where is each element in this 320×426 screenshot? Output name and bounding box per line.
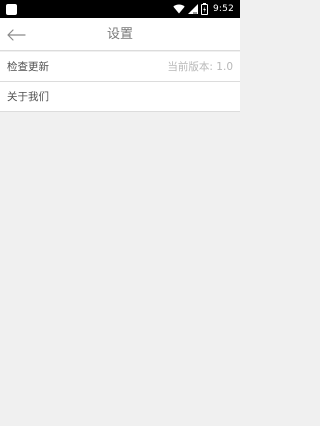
back-button[interactable]	[0, 18, 32, 51]
status-time: 9:52	[212, 4, 234, 14]
about-us-label: 关于我们	[7, 91, 49, 103]
status-left	[6, 3, 17, 15]
notification-icon	[6, 3, 17, 15]
current-version-value: 当前版本: 1.0	[167, 61, 233, 73]
status-bar: 9:52	[0, 0, 240, 18]
header-bar: 设置	[0, 18, 240, 51]
status-right: 9:52	[173, 0, 234, 18]
check-update-row[interactable]: 检查更新 当前版本: 1.0	[0, 52, 240, 82]
check-update-label: 检查更新	[7, 61, 49, 73]
page-title: 设置	[106, 27, 133, 42]
wifi-icon	[173, 4, 185, 14]
about-us-row[interactable]: 关于我们	[0, 82, 240, 112]
signal-icon	[187, 4, 198, 14]
battery-icon	[200, 3, 208, 15]
settings-list: 检查更新 当前版本: 1.0 关于我们	[0, 52, 240, 112]
arrow-left-icon	[7, 28, 26, 41]
